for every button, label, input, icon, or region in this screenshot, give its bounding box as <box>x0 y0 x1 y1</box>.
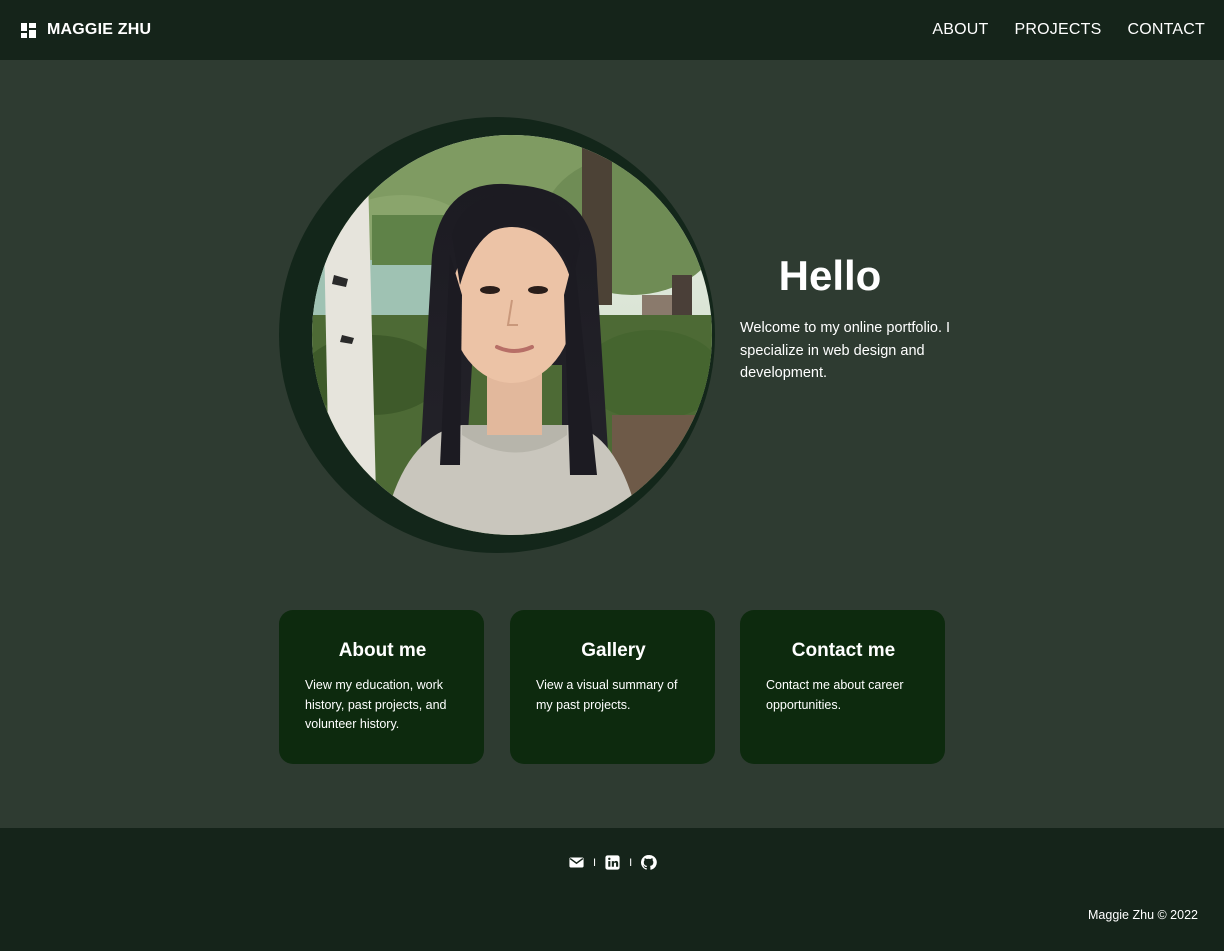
profile-photo <box>312 135 712 535</box>
main-nav: ABOUT PROJECTS CONTACT <box>932 21 1205 39</box>
social-links: I I <box>568 854 657 871</box>
github-icon <box>641 855 657 870</box>
brand-link[interactable]: MAGGIE ZHU <box>21 21 151 39</box>
separator: I <box>593 856 597 869</box>
card-contact-me[interactable]: Contact me Contact me about career oppor… <box>740 610 945 764</box>
site-header: MAGGIE ZHU ABOUT PROJECTS CONTACT <box>0 0 1224 60</box>
copyright: Maggie Zhu © 2022 <box>1088 908 1198 922</box>
card-title: Contact me <box>791 640 896 661</box>
hero-heading: Hello <box>778 252 882 299</box>
linkedin-icon <box>605 855 620 870</box>
github-link[interactable] <box>640 854 657 871</box>
nav-about[interactable]: ABOUT <box>932 21 988 39</box>
separator: I <box>629 856 633 869</box>
card-text: Contact me about career opportunities. <box>766 678 904 712</box>
email-link[interactable] <box>568 854 585 871</box>
nav-projects[interactable]: PROJECTS <box>1015 21 1102 39</box>
nav-contact[interactable]: CONTACT <box>1127 21 1205 39</box>
email-icon <box>569 857 584 868</box>
hero-intro: Welcome to my online portfolio. I specia… <box>740 320 951 381</box>
site-footer: I I Maggie Zhu © 2022 <box>0 828 1224 951</box>
card-title: About me <box>338 640 427 661</box>
card-text: View a visual summary of my past project… <box>536 678 678 712</box>
brand-name: MAGGIE ZHU <box>47 21 152 38</box>
card-about-me[interactable]: About me View my education, work history… <box>279 610 484 764</box>
card-gallery[interactable]: Gallery View a visual summary of my past… <box>510 610 715 764</box>
card-text: View my education, work history, past pr… <box>305 678 447 731</box>
linkedin-link[interactable] <box>604 854 621 871</box>
dashboard-icon <box>21 22 36 38</box>
card-title: Gallery <box>581 640 646 661</box>
